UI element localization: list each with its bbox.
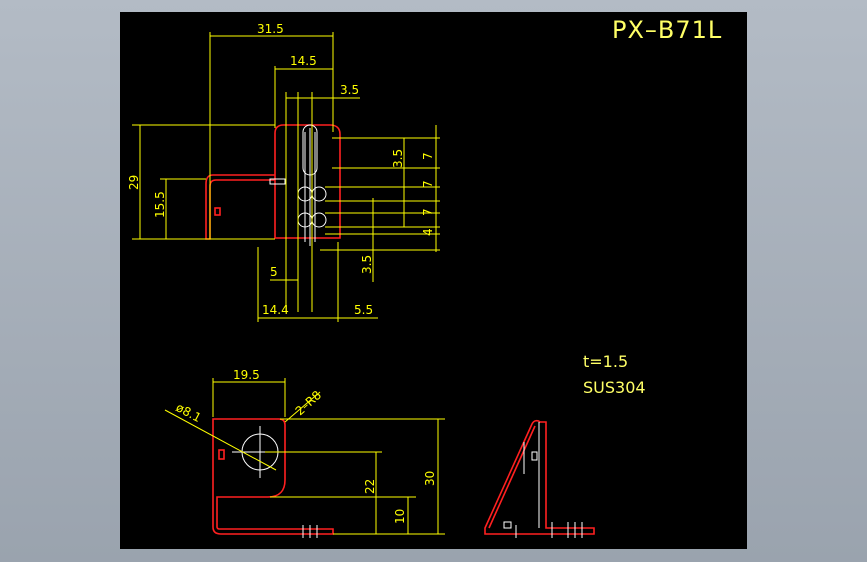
dim-10: 10 — [393, 509, 407, 524]
dim-diameter-8-1: ø8.1 — [174, 400, 204, 425]
bracket-outline-front — [212, 418, 334, 535]
dim-7-a: 7 — [421, 152, 435, 160]
drawing-canvas: PX–B71L t=1.5 SUS304 31.5 14.5 3.5 29 15… — [120, 12, 747, 549]
top-view: 31.5 14.5 3.5 29 15.5 3.5 7 7 7 4 5 3.5 … — [127, 22, 440, 322]
side-view — [484, 419, 595, 538]
dim-7-c: 7 — [421, 208, 435, 216]
dim-14-5: 14.5 — [290, 54, 317, 68]
dim-3-5-bottom: 3.5 — [360, 255, 374, 274]
dim-7-b: 7 — [421, 180, 435, 188]
dim-5: 5 — [270, 265, 278, 279]
bend-mark-front — [218, 449, 225, 460]
dim-15-5: 15.5 — [153, 191, 167, 218]
dim-3-5-top: 3.5 — [340, 83, 359, 97]
dim-30: 30 — [423, 471, 437, 486]
bracket-outline-top — [205, 124, 341, 240]
dim-19-5: 19.5 — [233, 368, 260, 382]
dim-14-4: 14.4 — [262, 303, 289, 317]
material-note: SUS304 — [583, 378, 646, 397]
dim-22: 22 — [363, 479, 377, 494]
thickness-note: t=1.5 — [583, 352, 628, 371]
front-view: 19.5 ø8.1 2–R8 22 30 10 — [164, 368, 445, 538]
dim-29: 29 — [127, 175, 141, 190]
cad-drawing: PX–B71L t=1.5 SUS304 31.5 14.5 3.5 29 15… — [127, 16, 722, 538]
dim-3-5-right: 3.5 — [391, 149, 405, 168]
bend-mark — [214, 207, 221, 216]
dim-31-5: 31.5 — [257, 22, 284, 36]
dim-4: 4 — [421, 228, 435, 236]
drawing-title: PX–B71L — [612, 16, 722, 44]
dim-5-5: 5.5 — [354, 303, 373, 317]
